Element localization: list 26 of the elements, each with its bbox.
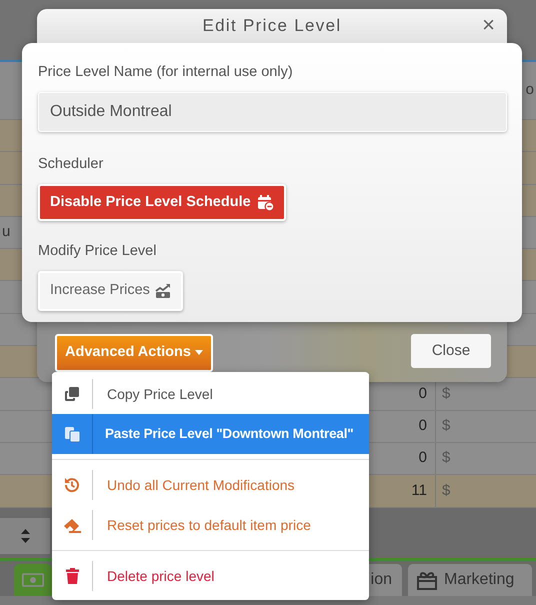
table-cell-text: 0 bbox=[418, 416, 427, 436]
close-dialog-button[interactable]: Close bbox=[411, 334, 491, 368]
table-cell-text: $ bbox=[442, 448, 450, 468]
table-cell-text: 0 bbox=[418, 448, 427, 468]
table-cell-text: $ bbox=[442, 416, 450, 436]
menu-item[interactable]: Delete price level bbox=[52, 556, 369, 596]
table-cell-text: $ bbox=[442, 480, 450, 501]
column-header: o bbox=[526, 80, 534, 100]
section-label: Scheduler bbox=[38, 154, 104, 174]
dialog-title: Edit Price Level bbox=[202, 15, 342, 38]
advanced-actions-button[interactable]: Advanced Actions bbox=[55, 334, 213, 372]
table-cell-text: 11 bbox=[411, 480, 427, 501]
menu-item[interactable]: Undo all Current Modifications bbox=[52, 465, 369, 505]
section-label: Modify Price Level bbox=[38, 242, 158, 262]
menu-item[interactable]: Paste Price Level "Downtown Montreal" bbox=[52, 414, 369, 454]
close-button[interactable]: × bbox=[480, 12, 497, 38]
increase-prices-button[interactable]: Increase Prices bbox=[38, 271, 183, 311]
table-cell-text: 0 bbox=[418, 384, 427, 404]
field-label: Price Level Name (for internal use only) bbox=[38, 63, 294, 82]
name-input-field[interactable]: Outside Montreal bbox=[38, 92, 507, 132]
table-cell-text: $ bbox=[442, 384, 450, 404]
table-cell-text: u bbox=[2, 222, 10, 242]
tab[interactable]: Marketing bbox=[408, 564, 532, 596]
disable-schedule-button[interactable]: Disable Price Level Schedule bbox=[38, 184, 286, 222]
menu-item[interactable]: Copy Price Level bbox=[52, 374, 369, 414]
menu-item[interactable]: Reset prices to default item price bbox=[52, 505, 369, 545]
